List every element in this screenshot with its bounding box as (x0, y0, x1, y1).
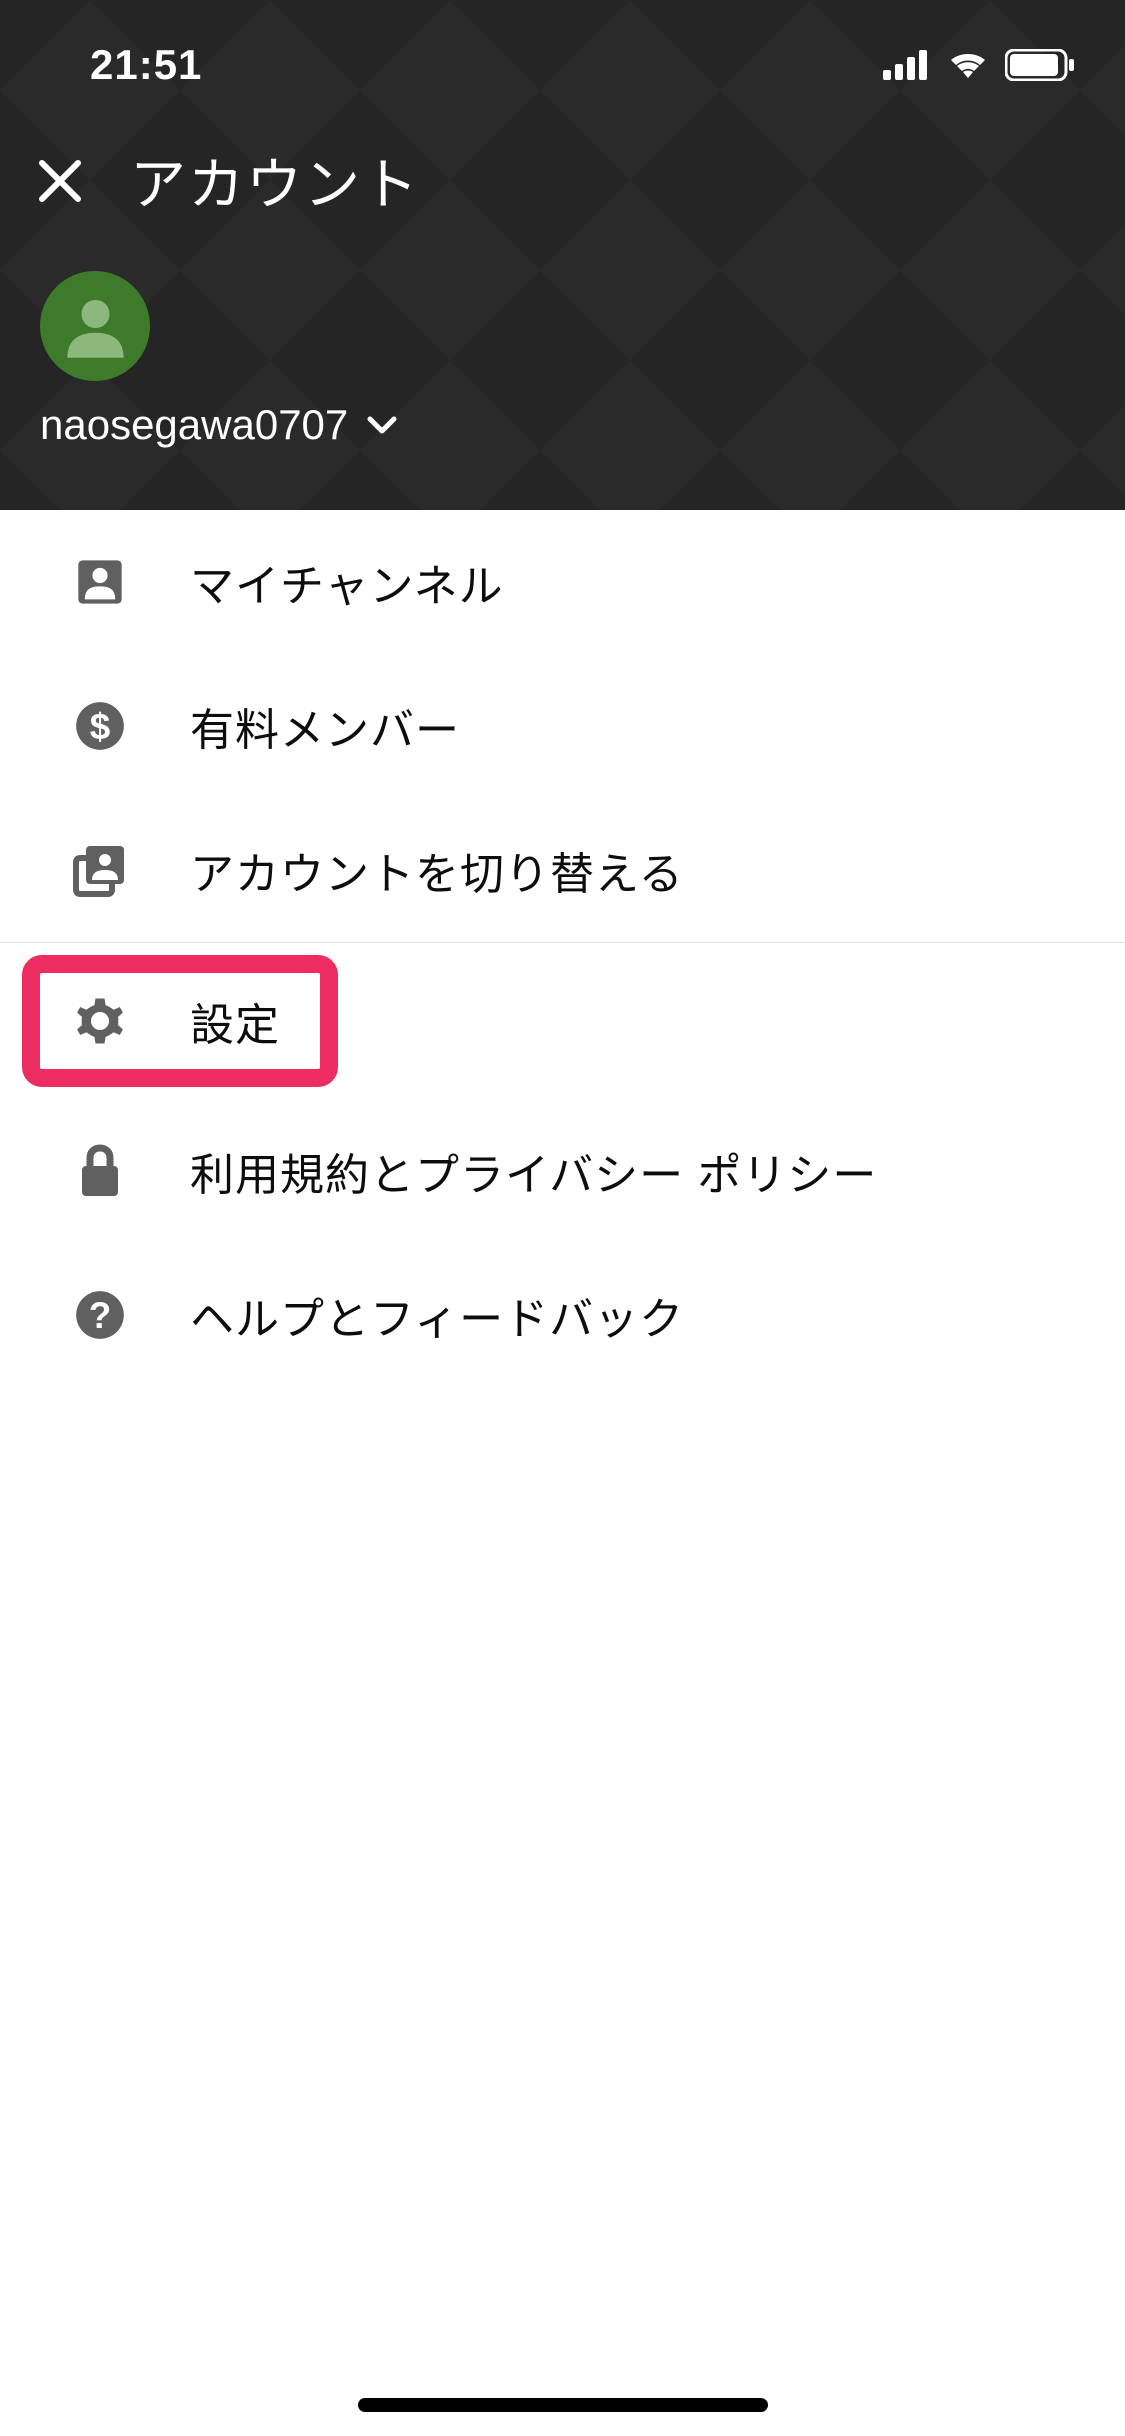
home-indicator[interactable] (358, 2398, 768, 2412)
highlight-settings: 設定 (22, 955, 338, 1087)
menu-group-account: マイチャンネル $ 有料メンバー アカウントを切り替える (0, 510, 1125, 943)
menu-group-settings: 設定 利用規約とプライバシー ポリシー ? ヘルプとフィードバック (0, 943, 1125, 1387)
gear-icon (70, 991, 130, 1051)
svg-text:?: ? (89, 1295, 112, 1336)
close-button[interactable] (30, 151, 90, 211)
cellular-icon (883, 50, 931, 80)
accounts-icon (70, 840, 130, 900)
page-title: アカウント (130, 140, 420, 221)
avatar[interactable] (40, 271, 150, 381)
menu-label: 有料メンバー (190, 694, 460, 758)
lock-icon (70, 1141, 130, 1201)
menu-item-terms[interactable]: 利用規約とプライバシー ポリシー (0, 1099, 1125, 1243)
help-circle-icon: ? (70, 1285, 130, 1345)
content-section: マイチャンネル $ 有料メンバー アカウントを切り替える 設定 (0, 510, 1125, 1387)
menu-item-switchaccount[interactable]: アカウントを切り替える (0, 798, 1125, 942)
menu-label: アカウントを切り替える (190, 838, 684, 902)
menu-label: マイチャンネル (190, 550, 504, 614)
title-bar: アカウント (0, 100, 1125, 221)
dollar-circle-icon: $ (70, 696, 130, 756)
person-box-icon (70, 552, 130, 612)
menu-item-paidmember[interactable]: $ 有料メンバー (0, 654, 1125, 798)
account-switcher[interactable]: naosegawa0707 (40, 401, 1085, 449)
close-icon (36, 157, 84, 205)
menu-item-help[interactable]: ? ヘルプとフィードバック (0, 1243, 1125, 1387)
person-icon (58, 289, 133, 364)
header-section: 21:51 アカウント naosegawa0707 (0, 0, 1125, 510)
status-icons (883, 48, 1075, 82)
svg-text:$: $ (90, 706, 110, 747)
wifi-icon (945, 48, 991, 82)
username: naosegawa0707 (40, 401, 348, 449)
status-time: 21:51 (50, 41, 202, 89)
chevron-down-icon (366, 415, 398, 435)
battery-icon (1005, 49, 1075, 81)
status-bar: 21:51 (0, 0, 1125, 100)
menu-item-mychannel[interactable]: マイチャンネル (0, 510, 1125, 654)
user-section: naosegawa0707 (0, 221, 1125, 449)
menu-label: 利用規約とプライバシー ポリシー (190, 1139, 877, 1203)
menu-label: ヘルプとフィードバック (190, 1283, 684, 1347)
menu-label: 設定 (190, 989, 280, 1053)
